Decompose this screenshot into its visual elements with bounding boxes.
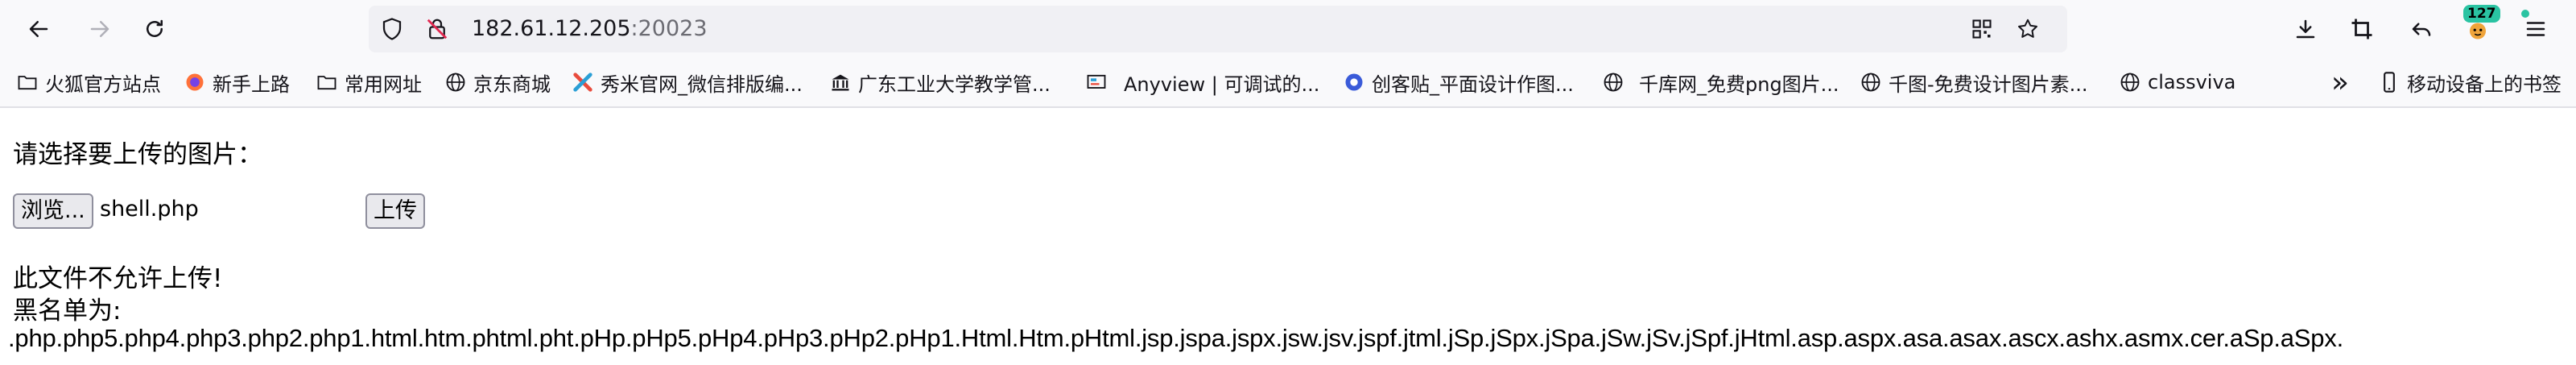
bookmark-chuangkit[interactable]: 创客贴_平面设计作图...	[1343, 58, 1574, 106]
bookmark-huohu[interactable]: 火狐官方站点	[16, 58, 161, 106]
bookmark-xinshou[interactable]: 新手上路	[184, 58, 290, 106]
bookmark-qiantu[interactable]: 千图-免费设计图片素...	[1860, 58, 2088, 106]
page-content: 请选择要上传的图片： 浏览... shell.php 上传 此文件不允许上传! …	[0, 108, 2576, 365]
xiumi-icon	[572, 71, 594, 93]
menu-button[interactable]	[2516, 10, 2555, 48]
bookmark-label: 秀米官网_微信排版编...	[601, 73, 803, 96]
chuangkit-icon	[1343, 71, 1365, 93]
mobile-bookmarks[interactable]: 移动设备上的书签	[2378, 58, 2562, 106]
bookmark-label: 创客贴_平面设计作图...	[1372, 73, 1574, 96]
back-button[interactable]	[19, 10, 58, 48]
url-text[interactable]: 182.61.12.205:20023	[472, 6, 708, 52]
browse-button[interactable]: 浏览...	[13, 193, 93, 229]
url-host: 182.61.12.205	[472, 16, 631, 41]
bookmark-jingdong[interactable]: 京东商城	[444, 58, 551, 106]
hamburger-menu-icon	[2526, 22, 2545, 36]
globe-icon	[1602, 71, 1624, 93]
bookmark-changyong[interactable]: 常用网址	[316, 58, 422, 106]
bookmark-label: 千库网_免费png图片...	[1639, 73, 1839, 96]
bookmark-label: 广东工业大学教学管...	[858, 73, 1051, 96]
bookmark-label: 火狐官方站点	[45, 73, 161, 96]
error-message: 此文件不允许上传!	[13, 264, 223, 293]
blacklist-label: 黑名单为:	[13, 297, 122, 326]
folder-icon	[316, 71, 338, 93]
crop-icon	[2351, 19, 2372, 39]
forward-button[interactable]	[80, 10, 119, 48]
undo-button[interactable]	[2402, 10, 2441, 48]
anyview-icon	[1085, 71, 1108, 93]
insecure-lock-icon[interactable]	[425, 17, 449, 41]
bookmark-classviva[interactable]: classviva	[2119, 58, 2235, 106]
undo-arrow-icon	[2412, 23, 2431, 36]
reload-button[interactable]	[135, 10, 174, 48]
bookmark-gdut[interactable]: 广东工业大学教学管...	[829, 58, 1051, 106]
bookmark-qianku[interactable]: 千库网_免费png图片...	[1602, 58, 1839, 106]
university-icon	[829, 71, 852, 93]
arrow-left-icon	[29, 21, 48, 37]
bookmark-label: 千图-免费设计图片素...	[1889, 73, 2088, 96]
arrow-right-icon	[90, 21, 109, 37]
browser-toolbar: 182.61.12.205:20023 127	[0, 0, 2576, 58]
globe-icon	[1860, 71, 1882, 93]
screenshot-button[interactable]	[2343, 10, 2381, 48]
qr-code-icon[interactable]	[1971, 18, 1993, 40]
bookmark-label: 京东商城	[473, 73, 551, 96]
extension-badge: 127	[2463, 5, 2500, 23]
star-icon[interactable]	[2016, 17, 2040, 41]
bookmark-label: Anyview | 可调试的...	[1124, 73, 1320, 96]
chevron-double-right-icon: »	[2331, 65, 2350, 99]
firefox-icon	[184, 71, 206, 93]
globe-icon	[444, 71, 467, 93]
bookmark-label: 移动设备上的书签	[2407, 73, 2562, 96]
folder-icon	[16, 71, 39, 93]
bookmark-xiumi[interactable]: 秀米官网_微信排版编...	[572, 58, 803, 106]
bookmark-label: 常用网址	[345, 73, 422, 96]
bookmarks-overflow-button[interactable]: »	[2331, 58, 2349, 106]
selected-file-name: shell.php	[100, 197, 199, 222]
url-port: :20023	[630, 16, 708, 41]
upload-prompt: 请选择要上传的图片：	[13, 140, 262, 169]
upload-button[interactable]: 上传	[365, 193, 425, 229]
reload-icon	[147, 19, 163, 37]
bookmark-label: classviva	[2148, 71, 2236, 93]
download-icon	[2296, 19, 2315, 39]
downloads-button[interactable]	[2286, 10, 2325, 48]
bookmark-label: 新手上路	[213, 73, 290, 96]
url-bar[interactable]: 182.61.12.205:20023	[369, 6, 2067, 52]
shield-icon[interactable]	[380, 17, 404, 41]
blacklist-extensions: .php.php5.php4.php3.php2.php1.html.htm.p…	[8, 324, 2344, 352]
globe-icon	[2119, 71, 2141, 93]
bookmark-anyview[interactable]: Anyview | 可调试的...	[1085, 58, 1319, 106]
mobile-device-icon	[2378, 71, 2401, 93]
bookmarks-toolbar: 火狐官方站点 新手上路 常用网址 京东商城 秀米官网_微信排版编... 广东工业…	[0, 58, 2576, 108]
